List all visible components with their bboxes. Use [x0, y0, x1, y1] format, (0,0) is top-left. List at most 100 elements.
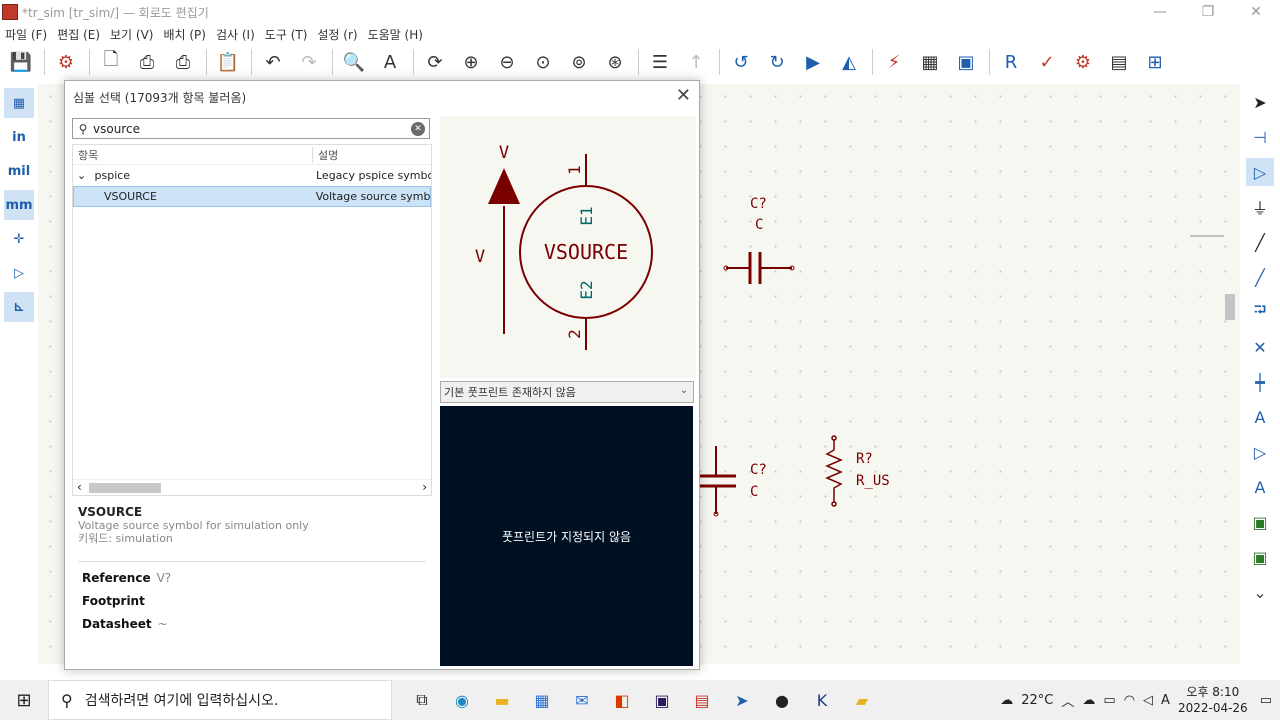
redo-icon[interactable]: ↷	[294, 47, 324, 77]
menu-inspect[interactable]: 검사 (I)	[216, 26, 255, 43]
restore-button[interactable]: ❐	[1184, 0, 1232, 24]
undo-icon[interactable]: ↶	[258, 47, 288, 77]
folder-taskbar-icon[interactable]: ▰	[842, 680, 882, 720]
input-mode-indicator[interactable]: A	[1161, 693, 1170, 708]
tree-row-symbol-selected[interactable]: VSOURCE Voltage source symb	[73, 186, 431, 207]
wifi-icon[interactable]: ◠	[1124, 693, 1135, 708]
menu-preferences[interactable]: 설정 (r)	[317, 26, 357, 43]
menu-place[interactable]: 배치 (P)	[163, 26, 206, 43]
column-description-header[interactable]: 설명	[313, 147, 338, 163]
zoom-in-icon[interactable]: ⊕	[456, 47, 486, 77]
print-icon[interactable]: ⎙	[132, 47, 162, 77]
global-label-icon[interactable]: ▷	[1246, 438, 1274, 466]
units-inches-button[interactable]: in	[4, 122, 34, 152]
label-icon[interactable]: A	[1246, 403, 1274, 431]
notification-icon[interactable]: ▭	[1260, 693, 1272, 708]
close-button[interactable]: ✕	[1232, 0, 1280, 24]
zoom-objects-icon[interactable]: ⊚	[564, 47, 594, 77]
find-replace-icon[interactable]: A	[375, 47, 405, 77]
office-icon[interactable]: ◧	[602, 680, 642, 720]
import-sheet-pin-icon[interactable]: ▣	[1246, 543, 1274, 571]
mirror-h-icon[interactable]: ▶	[798, 47, 828, 77]
tree-horizontal-scrollbar[interactable]: ‹ ›	[73, 479, 431, 495]
menu-tools[interactable]: 도구 (T)	[265, 26, 308, 43]
hidden-pins-icon[interactable]: ▷	[4, 258, 34, 288]
column-item-header[interactable]: 항목	[73, 146, 313, 163]
kicad-taskbar-icon[interactable]: K	[802, 680, 842, 720]
units-mils-button[interactable]: mil	[4, 156, 34, 186]
plot-icon[interactable]: ⎙	[168, 47, 198, 77]
expand-chevron-icon[interactable]: ⌄	[77, 169, 91, 182]
volume-icon[interactable]: ◁	[1143, 693, 1153, 708]
menu-file[interactable]: 파일 (F)	[5, 26, 47, 43]
minimize-button[interactable]: —	[1136, 0, 1184, 24]
symbol-editor-icon[interactable]: ⚡	[879, 47, 909, 77]
weather-icon[interactable]: ☁	[1000, 693, 1013, 708]
network-icon[interactable]: ☁	[1082, 693, 1095, 708]
refresh-icon[interactable]: ⟳	[420, 47, 450, 77]
task-view-icon[interactable]: ⧉	[402, 680, 442, 720]
tray-chevron-icon[interactable]: ︿	[1061, 691, 1074, 710]
leave-sheet-icon[interactable]: ↑	[681, 47, 711, 77]
pdf-icon[interactable]: ▤	[682, 680, 722, 720]
footprint-assign-icon[interactable]: ▣	[951, 47, 981, 77]
no-connect-icon[interactable]: ✕	[1246, 333, 1274, 361]
scroll-left-icon[interactable]: ‹	[77, 480, 82, 494]
paste-icon[interactable]: 📋	[213, 47, 243, 77]
premiere-icon[interactable]: ▣	[642, 680, 682, 720]
store-icon[interactable]: ▦	[522, 680, 562, 720]
tree-scroll-thumb[interactable]	[89, 483, 161, 493]
erc-icon[interactable]: ✓	[1032, 47, 1062, 77]
zoom-selection-icon[interactable]: ⊛	[600, 47, 630, 77]
add-wire-icon[interactable]: ╱	[1246, 228, 1274, 256]
zoom-out-icon[interactable]: ⊖	[492, 47, 522, 77]
dialog-close-button[interactable]: ✕	[676, 85, 691, 106]
schematic-setup-icon[interactable]: ⚙	[51, 47, 81, 77]
zoom-fit-icon[interactable]: ⊙	[528, 47, 558, 77]
menu-view[interactable]: 보기 (V)	[110, 26, 153, 43]
units-mm-button[interactable]: mm	[4, 190, 34, 220]
find-icon[interactable]: 🔍	[339, 47, 369, 77]
edge-icon[interactable]: ◉	[442, 680, 482, 720]
taskbar-search[interactable]: ⚲ 검색하려면 여기에 입력하십시오.	[48, 680, 392, 720]
select-icon[interactable]: ➤	[1246, 88, 1274, 116]
clock[interactable]: 오후 8:10 2022-04-26	[1178, 684, 1248, 716]
add-sheet-icon[interactable]: ▣	[1246, 508, 1274, 536]
bom-table-icon[interactable]: ▤	[1104, 47, 1134, 77]
save-icon[interactable]: 💾	[6, 47, 36, 77]
annotate-icon[interactable]: R	[996, 47, 1026, 77]
bom-icon[interactable]: ⊞	[1140, 47, 1170, 77]
scroll-right-icon[interactable]: ›	[422, 480, 427, 494]
netlist-icon[interactable]: ⚙	[1068, 47, 1098, 77]
mail-icon[interactable]: ✉	[562, 680, 602, 720]
mirror-v-icon[interactable]: ◭	[834, 47, 864, 77]
symbol-search-input[interactable]	[93, 121, 411, 136]
cursor-crosshair-icon[interactable]: ✛	[4, 224, 34, 254]
junction-icon[interactable]: ┿	[1246, 368, 1274, 396]
symbol-library-icon[interactable]: ▦	[915, 47, 945, 77]
start-button[interactable]: ⊞	[0, 680, 48, 720]
hier-label-icon[interactable]: A	[1246, 473, 1274, 501]
file-explorer-icon[interactable]: ▬	[482, 680, 522, 720]
add-bus-icon[interactable]: ╱	[1246, 263, 1274, 291]
rotate-cw-icon[interactable]: ↻	[762, 47, 792, 77]
highlight-net-icon[interactable]: ⊣	[1246, 123, 1274, 151]
clear-search-icon[interactable]: ✕	[411, 121, 425, 136]
vertical-scroll-thumb[interactable]	[1225, 294, 1235, 320]
menu-help[interactable]: 도움말 (H)	[368, 26, 423, 43]
footprint-select[interactable]: 기본 풋프린트 존재하지 않음 ⌄	[440, 381, 694, 403]
rotate-ccw-icon[interactable]: ↺	[726, 47, 756, 77]
line-mode-icon[interactable]: ⊾	[4, 292, 34, 322]
battery-icon[interactable]: ▭	[1103, 693, 1115, 708]
arrow-app-icon[interactable]: ➤	[722, 680, 762, 720]
bus-entry-icon[interactable]: ⮒	[1246, 298, 1274, 326]
add-power-icon[interactable]: ⏚	[1246, 193, 1274, 221]
scroll-down-icon[interactable]: ⌄	[1246, 578, 1274, 606]
grid-toggle-icon[interactable]: ▦	[4, 88, 34, 118]
menu-edit[interactable]: 편집 (E)	[57, 26, 100, 43]
add-symbol-icon[interactable]: ▷	[1246, 158, 1274, 186]
tree-row-library[interactable]: ⌄ pspice Legacy pspice symbo	[73, 165, 431, 186]
record-app-icon[interactable]: ●	[762, 680, 802, 720]
hierarchy-icon[interactable]: ☰	[645, 47, 675, 77]
canvas-vertical-scrollbar[interactable]	[1222, 84, 1238, 644]
